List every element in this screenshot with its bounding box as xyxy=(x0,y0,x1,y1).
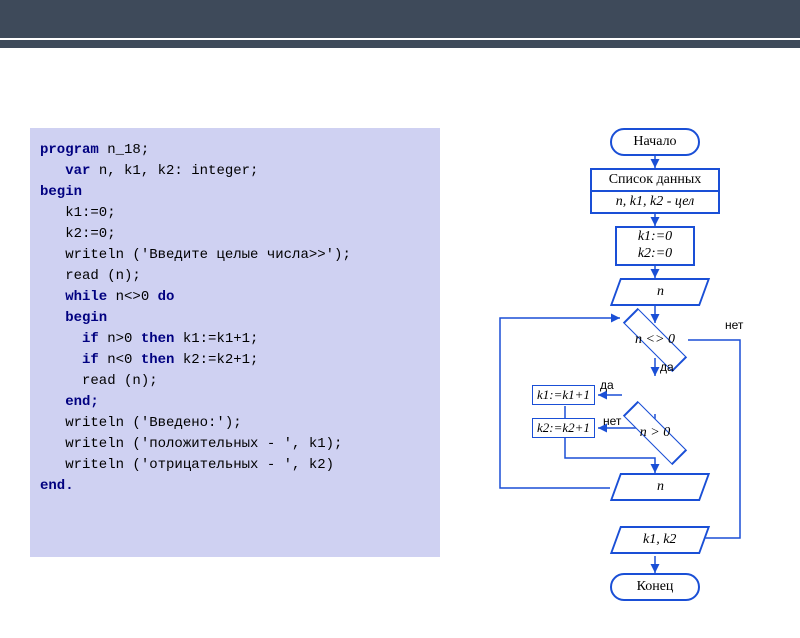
cond1-no: нет xyxy=(725,318,743,332)
end-label: Конец xyxy=(637,579,674,595)
code-text: writeln ('отрицательных - ', k2) xyxy=(40,457,334,473)
code-text: writeln ('положительных - ', k1); xyxy=(40,436,342,452)
kw-end: end; xyxy=(40,394,99,410)
kw-var: var xyxy=(40,163,90,179)
input-n2-label: n xyxy=(657,479,664,495)
sub-bar xyxy=(0,40,800,48)
code-text: writeln ('Введите целые числа>>'); xyxy=(40,247,351,263)
code-text: k1:=0; xyxy=(40,205,116,221)
code-block: program n_18; var n, k1, k2: integer; be… xyxy=(30,128,440,557)
code-text: k1:=k1+1; xyxy=(174,331,258,347)
kw-if2: if xyxy=(40,352,99,368)
assign2-label: k2:=k2+1 xyxy=(537,420,590,436)
init-box: k1:=0 k2:=0 xyxy=(615,226,695,266)
cond2-no: нет xyxy=(603,414,621,428)
cond2-label: n > 0 xyxy=(640,425,670,441)
end-node: Конец xyxy=(610,573,700,601)
assign2-box: k2:=k2+1 xyxy=(532,418,595,438)
kw-program: program xyxy=(40,142,99,158)
code-text: read (n); xyxy=(40,373,158,389)
assign1-label: k1:=k1+1 xyxy=(537,387,590,403)
code-text: writeln ('Введено:'); xyxy=(40,415,242,431)
cond1-label: n <> 0 xyxy=(635,332,675,348)
kw-do: do xyxy=(158,289,175,305)
code-text: k2:=0; xyxy=(40,226,116,242)
start-node: Начало xyxy=(610,128,700,156)
vars-box: n, k1, k2 - цел xyxy=(590,190,720,214)
code-text: n_18; xyxy=(99,142,149,158)
code-text: k2:=k2+1; xyxy=(174,352,258,368)
kw-if: if xyxy=(40,331,99,347)
input-n2: n xyxy=(610,473,710,501)
kw-then2: then xyxy=(141,352,175,368)
input-n-label: n xyxy=(657,284,664,300)
code-text: n<0 xyxy=(99,352,141,368)
kw-end2: end. xyxy=(40,478,74,494)
flowchart: Начало Список данных n, k1, k2 - цел k1:… xyxy=(460,118,790,638)
start-label: Начало xyxy=(633,134,676,150)
output-box: k1, k2 xyxy=(610,526,710,554)
code-text: n, k1, k2: integer; xyxy=(90,163,258,179)
code-text: n>0 xyxy=(99,331,141,347)
kw-while: while xyxy=(40,289,107,305)
data-list-title: Список данных xyxy=(590,168,720,192)
input-n: n xyxy=(610,278,710,306)
assign1-box: k1:=k1+1 xyxy=(532,385,595,405)
cond2-diamond: n > 0 xyxy=(620,414,690,452)
cond1-diamond: n <> 0 xyxy=(620,321,690,359)
code-text: read (n); xyxy=(40,268,141,284)
vars-label: n, k1, k2 - цел xyxy=(616,194,694,210)
kw-begin: begin xyxy=(40,184,82,200)
init2-label: k2:=0 xyxy=(638,246,672,263)
code-text: n<>0 xyxy=(107,289,157,305)
kw-begin2: begin xyxy=(40,310,107,326)
cond2-yes: да xyxy=(600,378,614,392)
cond1-yes: да xyxy=(660,360,674,374)
init1-label: k1:=0 xyxy=(638,229,672,246)
output-label: k1, k2 xyxy=(643,532,676,548)
kw-then: then xyxy=(141,331,175,347)
title-bar xyxy=(0,0,800,40)
data-list-label: Список данных xyxy=(609,172,702,188)
